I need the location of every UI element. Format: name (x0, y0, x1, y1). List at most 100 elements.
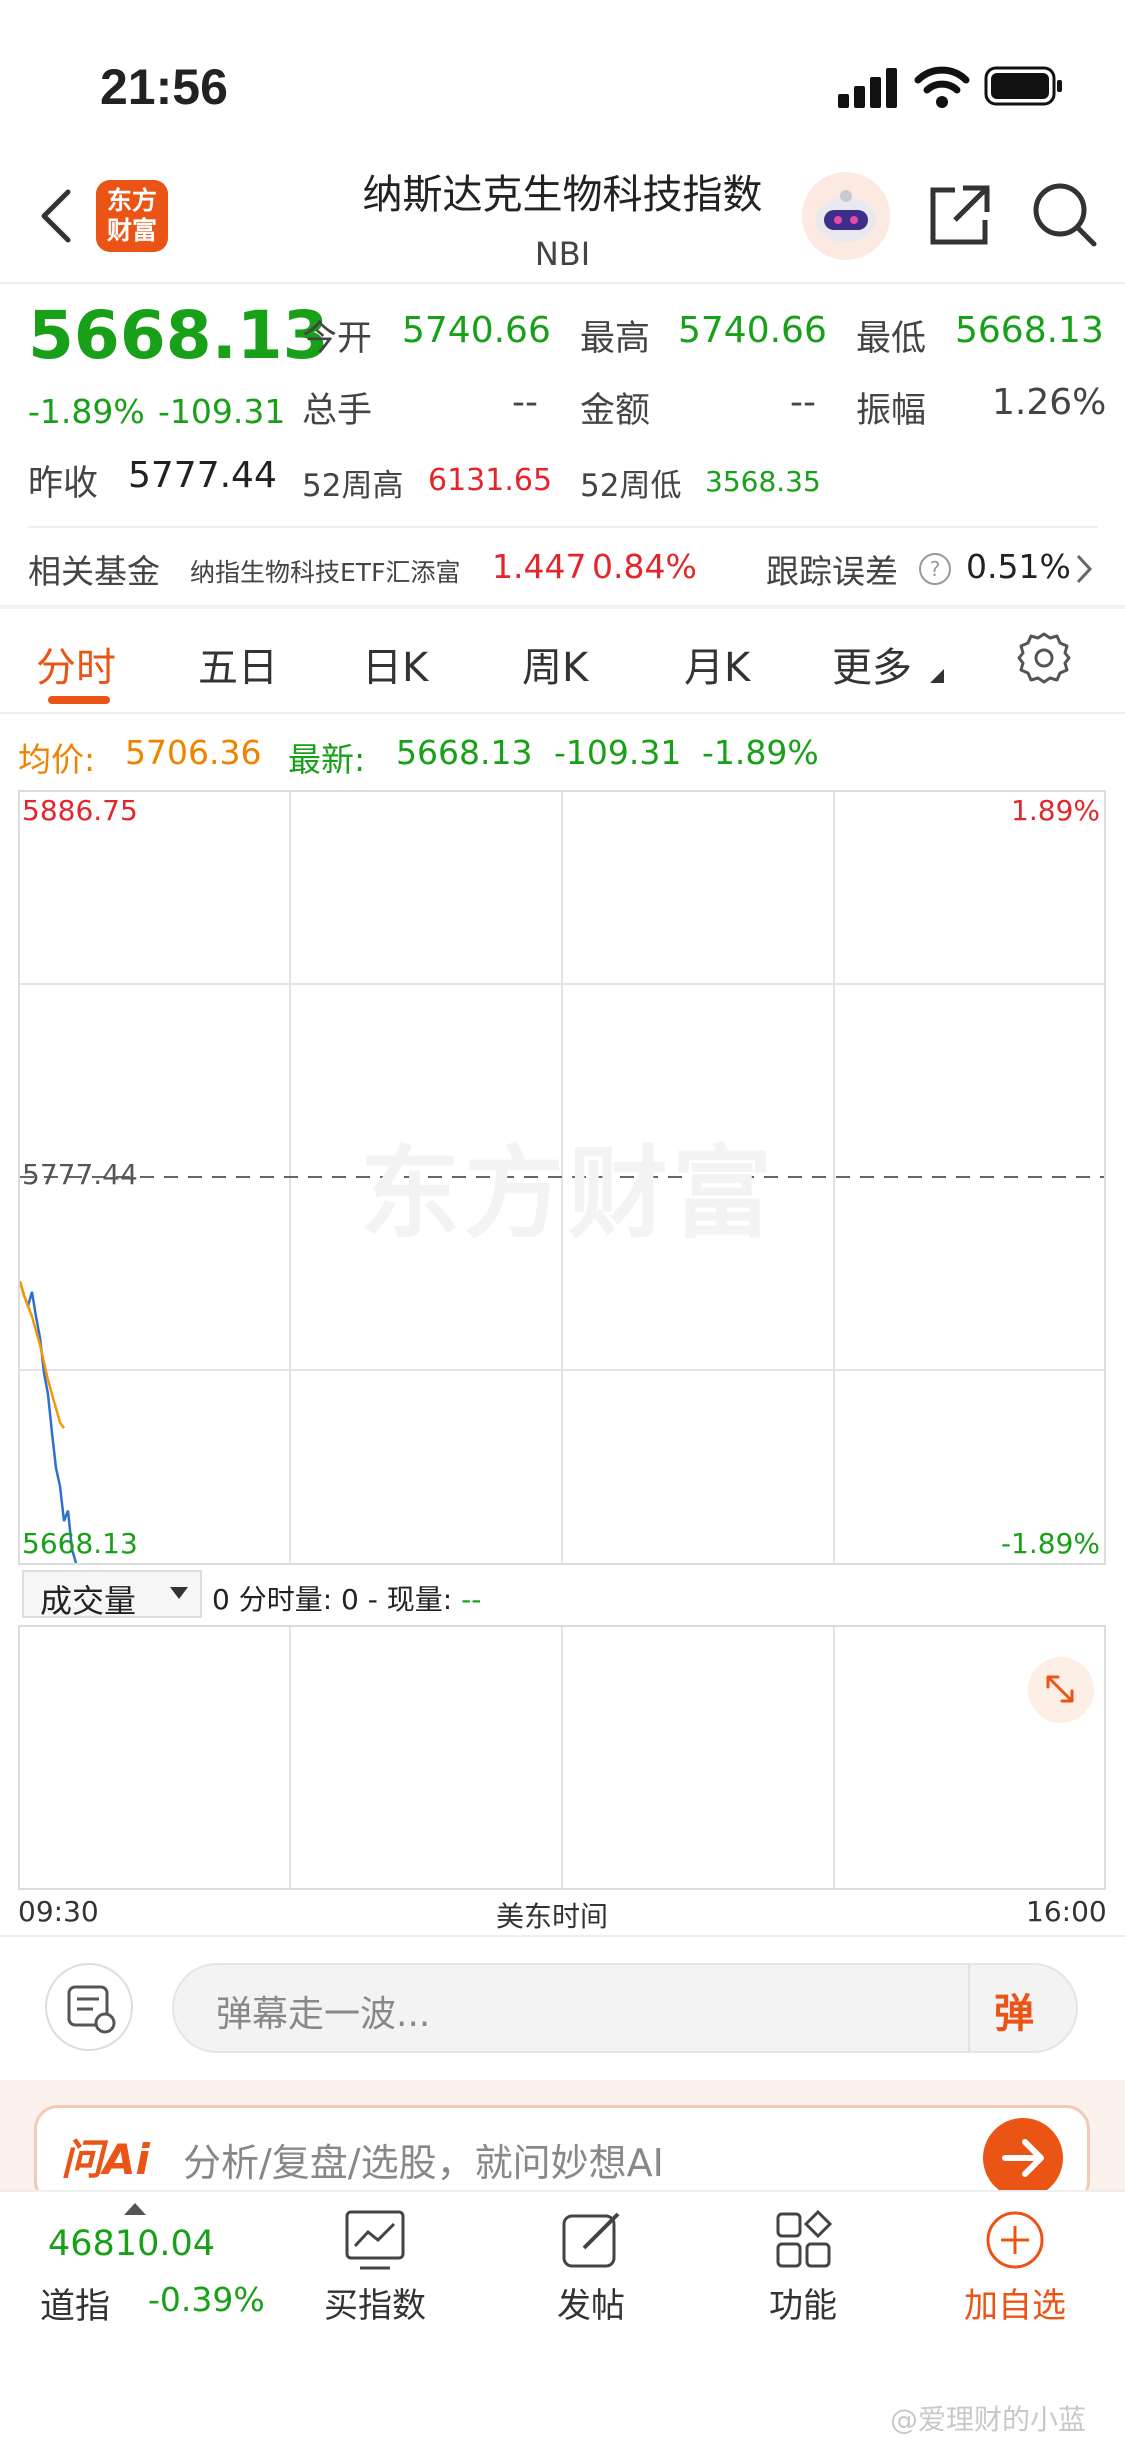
caret-up-icon (124, 2200, 146, 2219)
wk52-high-value: 6131.65 (428, 463, 553, 498)
open-label: 今开 (302, 319, 373, 359)
dow-index-pct: -0.39% (148, 2280, 265, 2319)
danmu-send-button[interactable]: 弹 (968, 1965, 1076, 2051)
header-divider (0, 282, 1125, 284)
price-line (20, 1280, 78, 1563)
fund-price: 1.447 (492, 547, 587, 586)
volume-stats: 0 分时量: 0 - 现量: -- (212, 1578, 481, 1618)
current-price: 5668.13 (28, 297, 329, 374)
svg-text:?: ? (930, 557, 941, 581)
pct-max-label: 1.89% (1011, 794, 1100, 827)
high-label: 最高 (580, 319, 651, 359)
nav-buy-index-label: 买指数 (324, 2286, 426, 2326)
latest-change: -109.31 (554, 733, 682, 772)
avg-label: 均价: (18, 740, 96, 779)
dow-index-value[interactable]: 46810.04 (48, 2224, 215, 2264)
tab-five-day[interactable]: 五日 (198, 635, 278, 693)
ai-placeholder: 分析/复盘/选股，就问妙想AI (183, 2141, 664, 2185)
grid-icon (776, 2209, 833, 2268)
volume-label: 总手 (302, 391, 373, 431)
robot-avatar-icon[interactable] (800, 170, 892, 266)
intraday-chart[interactable]: 东方财富 5886.75 1.89% 5777.44 5668.13 -1.89… (18, 790, 1106, 1565)
volume-selector-label: 成交量 (40, 1582, 137, 1620)
y-min-label: 5668.13 (22, 1527, 138, 1560)
caret-down-icon (930, 668, 944, 687)
pct-min-label: -1.89% (1000, 1527, 1100, 1560)
tab-daily-k[interactable]: 日K (362, 635, 428, 693)
bottom-nav: 46810.04 道指 -0.39% 买指数 发帖 功能 加自选 @爱理财的小蓝 (0, 2190, 1125, 2438)
tab-intraday[interactable]: 分时 (36, 635, 116, 693)
settings-icon[interactable] (1016, 630, 1072, 690)
section-gap (0, 605, 1125, 609)
tab-active-underline (48, 696, 110, 704)
avg-price-line (20, 1280, 66, 1429)
latest-value: 5668.13 (396, 733, 533, 772)
fund-name[interactable]: 纳指生物科技ETF汇添富 (190, 553, 460, 589)
nav-add-watchlist[interactable]: 加自选 (950, 2206, 1080, 2336)
share-icon[interactable] (925, 180, 995, 254)
wk52-high-label: 52周高 (302, 468, 404, 504)
fund-pct: 0.84% (592, 547, 697, 586)
volume-stats-text: 0 分时量: 0 - 现量: (212, 1583, 462, 1616)
amplitude-value: 1.26% (992, 382, 1107, 423)
change-value: -109.31 (158, 392, 286, 431)
amplitude-label: 振幅 (856, 391, 927, 431)
search-icon[interactable] (1030, 180, 1100, 254)
volume-value: -- (512, 382, 538, 423)
nav-functions-label: 功能 (769, 2286, 837, 2326)
danmu-divider (0, 1935, 1125, 1937)
danmu-settings-button[interactable] (45, 1963, 133, 2051)
prev-close-label: 昨收 (28, 464, 99, 504)
dow-index-name[interactable]: 道指 (40, 2278, 110, 2329)
low-value: 5668.13 (955, 310, 1104, 351)
y-max-label: 5886.75 (22, 794, 138, 827)
nav-functions[interactable]: 功能 (738, 2206, 868, 2336)
wk52-low-value: 3568.35 (705, 465, 821, 498)
dropdown-icon (170, 1586, 188, 1605)
tracking-error-label: 跟踪误差 (766, 552, 898, 591)
danmu-input[interactable]: 弹幕走一波... 弹 (172, 1963, 1078, 2053)
tracking-error-value: 0.51% (966, 547, 1071, 586)
ai-submit-button[interactable] (983, 2118, 1063, 2198)
plus-circle-icon (986, 2211, 1044, 2269)
x-start-label: 09:30 (18, 1895, 99, 1928)
battery-icon (984, 64, 1064, 112)
wifi-icon (914, 64, 970, 112)
volume-selector[interactable]: 成交量 (22, 1570, 202, 1620)
arrow-right-icon (1002, 2139, 1044, 2177)
expand-icon[interactable] (1028, 1657, 1094, 1723)
nav-post-label: 发帖 (557, 2286, 625, 2326)
volume-chart[interactable] (18, 1625, 1106, 1890)
status-time: 21:56 (100, 59, 228, 115)
avg-value: 5706.36 (125, 733, 262, 772)
wk52-low-label: 52周低 (580, 468, 682, 504)
open-value: 5740.66 (402, 310, 551, 351)
signal-icon (838, 66, 900, 112)
nav-post[interactable]: 发帖 (526, 2206, 656, 2336)
related-fund-label: 相关基金 (28, 552, 160, 591)
ai-brand: 问Ai (61, 2135, 150, 2184)
volume-stats-value: -- (461, 1583, 482, 1616)
amount-value: -- (790, 382, 816, 423)
question-icon[interactable]: ? (918, 552, 952, 590)
tab-monthly-k[interactable]: 月K (684, 635, 750, 693)
edit-icon (562, 2212, 620, 2268)
danmu-placeholder: 弹幕走一波... (216, 1994, 431, 2035)
prev-close-value: 5777.44 (128, 455, 277, 496)
latest-pct: -1.89% (702, 733, 819, 772)
tabs-divider (0, 712, 1125, 714)
quote-divider (28, 526, 1098, 528)
nav-buy-index[interactable]: 买指数 (310, 2206, 440, 2336)
latest-label: 最新: (288, 740, 366, 779)
chart-watermark: 东方财富 (360, 1135, 776, 1252)
high-value: 5740.66 (678, 310, 827, 351)
low-label: 最低 (856, 319, 927, 359)
tab-weekly-k[interactable]: 周K (522, 635, 588, 693)
amount-label: 金额 (580, 391, 651, 431)
y-mid-label: 5777.44 (22, 1158, 138, 1191)
tab-more[interactable]: 更多 (832, 635, 912, 693)
user-watermark: @爱理财的小蓝 (890, 2403, 1087, 2436)
chevron-right-icon[interactable] (1072, 552, 1096, 590)
chart-trend-icon (345, 2210, 405, 2270)
danmu-send-label: 弹 (994, 1991, 1034, 2037)
